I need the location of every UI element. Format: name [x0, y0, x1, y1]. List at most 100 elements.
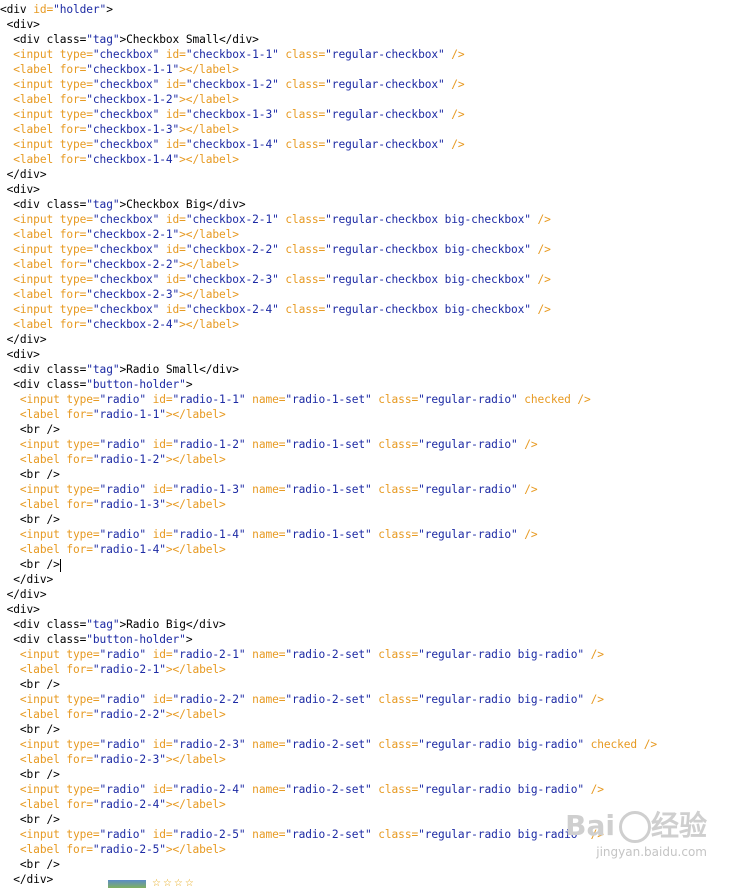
code-token-val: "tag" [86, 198, 120, 211]
code-token-attr: ></label> [165, 798, 226, 811]
code-token-val: "regular-radio big-radio" [418, 693, 584, 706]
code-editor[interactable]: <div id="holder"> <div> <div class="tag"… [0, 0, 747, 888]
code-token-attr: id= [159, 303, 186, 316]
code-token-attr: /> [517, 483, 538, 496]
code-token-attr: ></label> [165, 843, 226, 856]
code-token-val: "regular-radio big-radio" [418, 648, 584, 661]
code-token-attr: class= [278, 213, 326, 226]
code-token-tag: <div> [0, 18, 40, 31]
code-token-tag: <br /> [0, 558, 60, 571]
code-line: <input type="radio" id="radio-2-4" name=… [0, 782, 604, 797]
code-line: <label for="checkbox-2-3"></label> [0, 287, 239, 302]
code-token-attr: name= [245, 783, 286, 796]
code-token-attr: name= [245, 528, 286, 541]
code-token-val: "regular-checkbox" [325, 78, 445, 91]
code-token-tag: >Radio Small</div> [119, 363, 239, 376]
code-token-attr: ></label> [165, 663, 226, 676]
code-line: <input type="checkbox" id="checkbox-1-1"… [0, 47, 464, 62]
code-token-tag: <br /> [0, 723, 60, 736]
code-token-tag: <br /> [0, 768, 60, 781]
code-token-attr: <input type= [0, 483, 100, 496]
code-line: <label for="radio-1-4"></label> [0, 542, 226, 557]
code-token-val: "radio-2-3" [92, 753, 166, 766]
code-line: <input type="radio" id="radio-2-2" name=… [0, 692, 604, 707]
code-token-attr: name= [245, 648, 286, 661]
code-token-val: "checkbox-1-4" [86, 153, 180, 166]
code-line: <input type="checkbox" id="checkbox-2-3"… [0, 272, 551, 287]
code-token-val: "radio" [99, 828, 147, 841]
code-line: <div> [0, 17, 40, 32]
code-token-val: "checkbox" [92, 78, 160, 91]
code-token-val: "regular-checkbox big-checkbox" [325, 243, 531, 256]
code-token-val: "radio-1-3" [92, 498, 166, 511]
code-token-tag: > [185, 378, 193, 391]
code-line: <input type="radio" id="radio-2-1" name=… [0, 647, 604, 662]
code-token-attr: name= [245, 738, 286, 751]
code-line: <input type="radio" id="radio-2-5" name=… [0, 827, 604, 842]
thumbnail-image[interactable] [108, 880, 146, 888]
code-token-val: "radio-2-5" [92, 843, 166, 856]
code-line: <div id="holder"> [0, 2, 113, 17]
code-token-val: "radio" [99, 693, 147, 706]
code-token-attr: <input type= [0, 528, 100, 541]
code-line: <div class="button-holder"> [0, 377, 192, 392]
code-token-val: "checkbox-1-2" [185, 78, 279, 91]
code-token-val: "radio-1-set" [285, 393, 372, 406]
code-token-attr: id= [146, 693, 173, 706]
code-token-attr: <label for= [0, 543, 93, 556]
code-line: <label for="radio-2-1"></label> [0, 662, 226, 677]
code-line: <input type="radio" id="radio-1-3" name=… [0, 482, 538, 497]
code-token-attr: <input type= [0, 138, 93, 151]
code-token-tag: class= [46, 618, 87, 631]
code-token-attr: <label for= [0, 498, 93, 511]
code-token-tag: <div [0, 363, 47, 376]
code-token-tag: <div> [0, 603, 40, 616]
code-token-val: "radio" [99, 528, 147, 541]
code-token-attr: /> [530, 213, 551, 226]
code-token-attr: <input type= [0, 213, 93, 226]
code-token-val: "radio-1-4" [92, 543, 166, 556]
code-token-attr: <input type= [0, 108, 93, 121]
code-token-attr: ></label> [179, 288, 239, 301]
code-token-val: "checkbox" [92, 48, 160, 61]
code-line: <input type="checkbox" id="checkbox-1-2"… [0, 77, 464, 92]
code-token-attr: <label for= [0, 258, 87, 271]
code-token-val: "checkbox-1-2" [86, 93, 180, 106]
code-token-attr: id= [146, 483, 173, 496]
code-token-attr: /> [444, 108, 465, 121]
code-line: <label for="checkbox-1-1"></label> [0, 62, 239, 77]
code-line: <br /> [0, 677, 60, 692]
code-token-tag: class= [46, 33, 87, 46]
code-token-attr: ></label> [165, 408, 226, 421]
code-line: <div class="tag">Radio Small</div> [0, 362, 239, 377]
code-token-val: "checkbox-2-1" [185, 213, 279, 226]
code-line: <br /> [0, 467, 60, 482]
code-line: <div> [0, 602, 40, 617]
code-token-attr: id= [146, 783, 173, 796]
code-token-attr: class= [371, 393, 419, 406]
code-token-val: "checkbox-2-2" [185, 243, 279, 256]
code-token-tag: > [106, 3, 113, 16]
code-token-attr: /> [583, 783, 604, 796]
code-token-tag: </div> [0, 573, 54, 586]
code-token-tag: >Checkbox Small</div> [119, 33, 259, 46]
code-token-val: "radio-1-set" [285, 483, 372, 496]
code-line: <label for="radio-2-2"></label> [0, 707, 226, 722]
code-token-val: "checkbox" [92, 108, 160, 121]
rating-stars: ☆☆☆☆ [152, 878, 196, 889]
code-token-val: "radio" [99, 393, 147, 406]
code-token-attr: id= [146, 393, 173, 406]
code-token-attr: <input type= [0, 738, 100, 751]
code-token-attr: class= [278, 243, 326, 256]
code-token-attr: name= [245, 693, 286, 706]
code-line: <label for="checkbox-2-4"></label> [0, 317, 239, 332]
code-token-val: "regular-radio" [418, 438, 518, 451]
code-token-val: "checkbox" [92, 273, 160, 286]
code-token-val: "radio" [99, 738, 147, 751]
code-token-val: "regular-radio big-radio" [418, 738, 584, 751]
code-token-val: "radio-2-1" [172, 648, 246, 661]
code-token-val: "tag" [86, 33, 120, 46]
code-line: <br /> [0, 767, 60, 782]
code-token-tag: <div [0, 198, 47, 211]
code-token-val: "checkbox-2-3" [185, 273, 279, 286]
